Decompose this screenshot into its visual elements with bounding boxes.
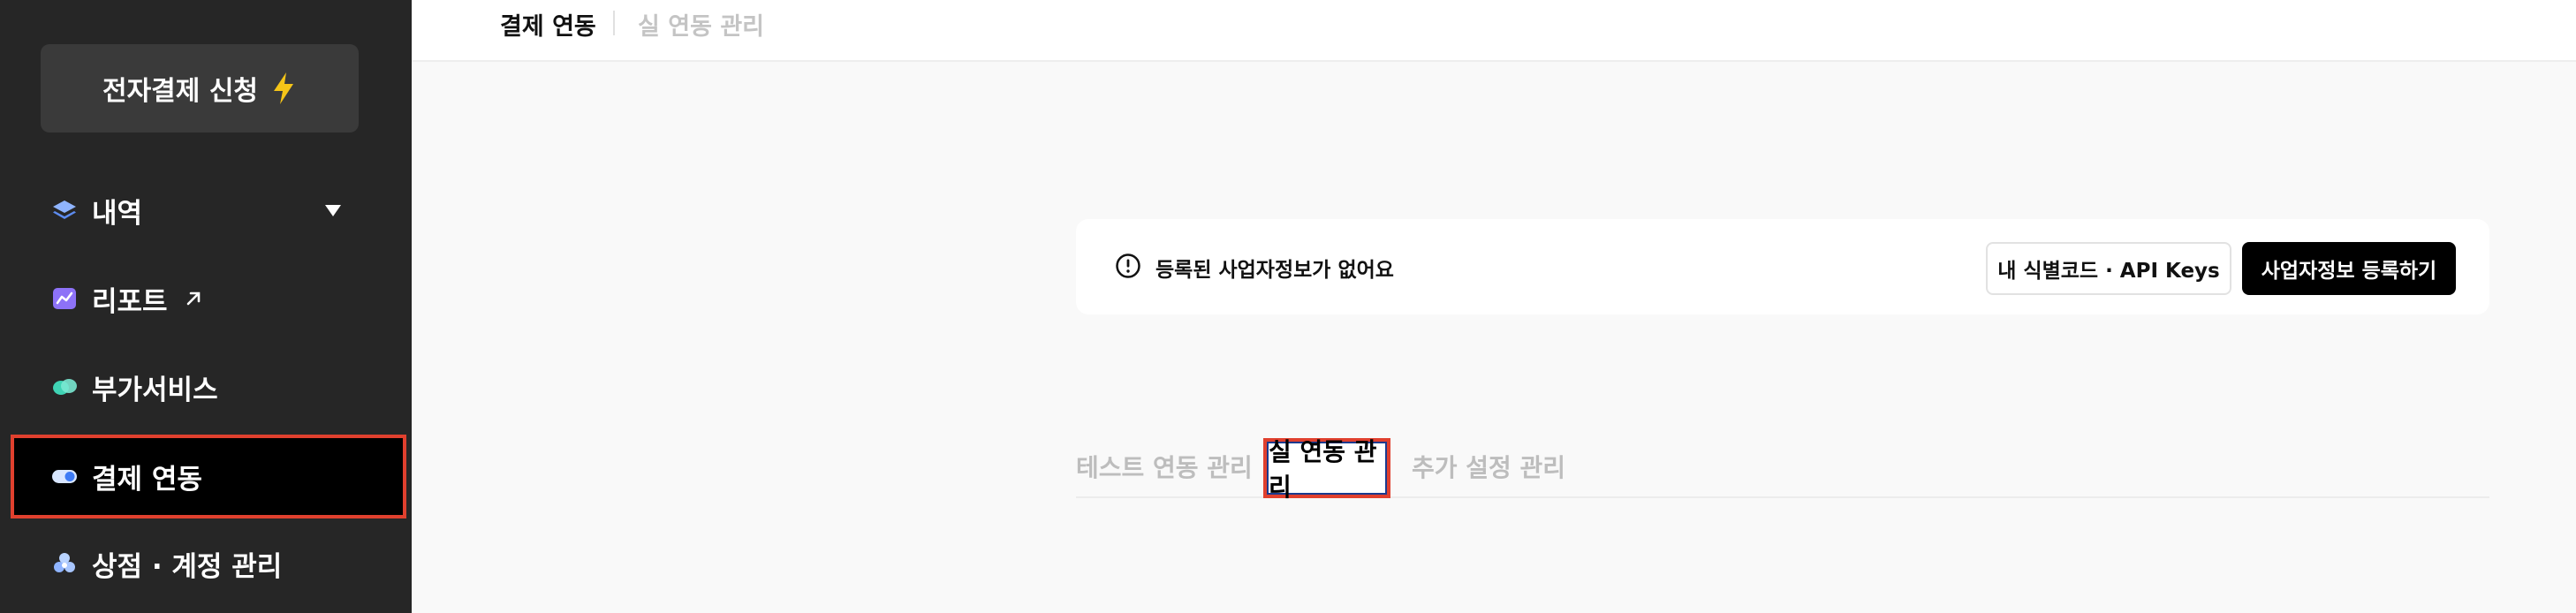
sidebar-item-store-account[interactable]: 상점 · 계정 관리 bbox=[51, 537, 282, 590]
breadcrumb-sub[interactable]: 실 연동 관리 bbox=[638, 7, 764, 42]
sidebar-item-history[interactable]: 내역 bbox=[51, 184, 142, 237]
lightning-icon bbox=[274, 72, 294, 104]
tab-test-integration[interactable]: 테스트 연동 관리 bbox=[1076, 449, 1253, 484]
sidebar-item-label: 상점 · 계정 관리 bbox=[92, 550, 283, 583]
breadcrumb-current[interactable]: 결제 연동 bbox=[500, 7, 596, 42]
sidebar-item-label: 리포트 bbox=[92, 285, 168, 318]
store-icon bbox=[54, 553, 75, 572]
sidebar-item-payment-integration[interactable]: 결제 연동 bbox=[51, 450, 202, 503]
top-bar: 결제 연동 실 연동 관리 bbox=[412, 0, 2576, 62]
external-link-icon bbox=[186, 291, 200, 306]
business-info-notice: 등록된 사업자정보가 없어요 내 식별코드 · API Keys 사업자정보 등… bbox=[1076, 219, 2489, 314]
sidebar-item-label: 부가서비스 bbox=[92, 374, 218, 406]
chart-icon bbox=[53, 288, 76, 309]
tab-additional-settings[interactable]: 추가 설정 관리 bbox=[1412, 449, 1565, 484]
notice-message: 등록된 사업자정보가 없어요 bbox=[1155, 259, 1394, 282]
sidebar-item-report[interactable]: 리포트 bbox=[51, 272, 203, 325]
tab-live-integration[interactable]: 실 연동 관리 bbox=[1267, 437, 1387, 502]
chevron-down-icon[interactable] bbox=[325, 205, 341, 216]
sidebar-item-label: 결제 연동 bbox=[92, 463, 202, 496]
layers-icon bbox=[53, 201, 76, 219]
sidebar-item-addons[interactable]: 부가서비스 bbox=[51, 360, 218, 413]
sidebar: 전자결제 신청 내역 리포트 부가서비스 결제 연동 상점 · 계정 관리 bbox=[0, 0, 412, 613]
apply-payment-button[interactable]: 전자결제 신청 bbox=[41, 44, 359, 132]
api-keys-button[interactable]: 내 식별코드 · API Keys bbox=[1986, 242, 2231, 295]
breadcrumb-divider bbox=[613, 11, 615, 35]
apply-payment-label: 전자결제 신청 bbox=[102, 76, 259, 107]
toggle-icon bbox=[52, 470, 77, 483]
blobs-icon bbox=[53, 379, 77, 395]
alert-circle-icon bbox=[1116, 254, 1140, 278]
sidebar-item-label: 내역 bbox=[92, 197, 143, 230]
register-business-button[interactable]: 사업자정보 등록하기 bbox=[2242, 242, 2456, 295]
